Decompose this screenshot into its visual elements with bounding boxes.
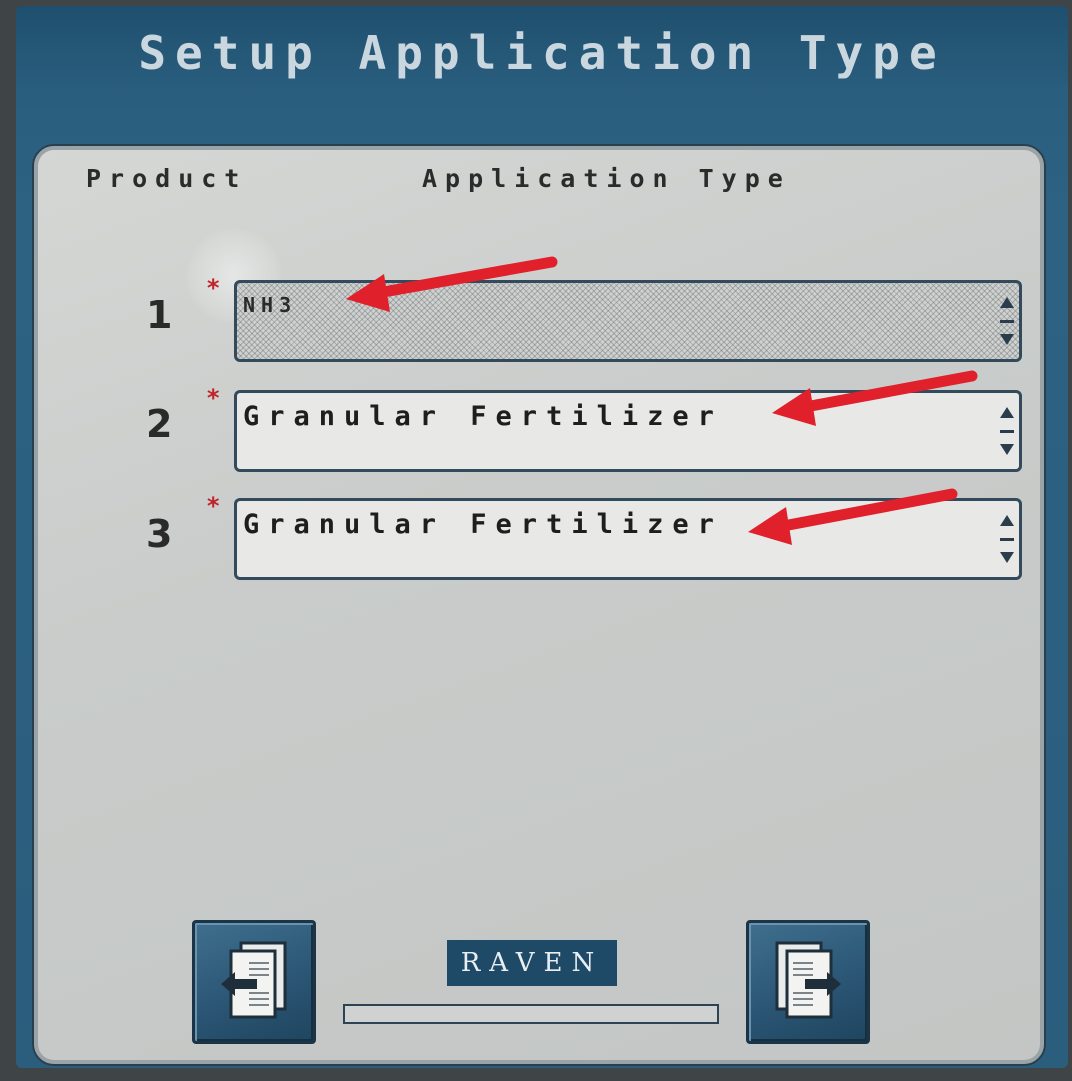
page-title: Setup Application Type <box>138 26 946 80</box>
application-type-value-3: Granular Fertilizer <box>243 509 723 540</box>
product-number-1: 1 <box>146 293 173 337</box>
column-header-application-type: Application Type <box>422 164 791 193</box>
spin-down-icon <box>1000 552 1014 563</box>
required-marker-3: * <box>206 492 221 520</box>
required-marker-1: * <box>206 274 221 302</box>
application-type-select-3[interactable]: Granular Fertilizer <box>234 498 1022 580</box>
application-type-panel: Product Application Type 1 * NH3 2 * Gra… <box>32 144 1046 1066</box>
spin-bar <box>1000 537 1014 541</box>
raven-logo: RAVEN <box>447 940 617 986</box>
spinner-icon[interactable] <box>999 407 1015 455</box>
spin-bar <box>1000 429 1014 433</box>
required-marker-2: * <box>206 384 221 412</box>
spinner-icon[interactable] <box>999 297 1015 345</box>
column-header-product: Product <box>86 164 248 193</box>
spin-down-icon <box>1000 444 1014 455</box>
application-type-value-2: Granular Fertilizer <box>243 401 723 432</box>
application-type-value-1: NH3 <box>243 293 298 317</box>
spin-up-icon <box>1000 515 1014 526</box>
spinner-icon[interactable] <box>999 515 1015 563</box>
spin-bar <box>1000 319 1014 323</box>
page-back-icon <box>221 941 287 1019</box>
product-number-2: 2 <box>146 402 173 446</box>
next-button[interactable] <box>746 920 870 1044</box>
spin-up-icon <box>1000 407 1014 418</box>
page-next-icon <box>775 941 841 1019</box>
application-type-select-2[interactable]: Granular Fertilizer <box>234 390 1022 472</box>
application-type-select-1[interactable]: NH3 <box>234 280 1022 362</box>
back-button[interactable] <box>192 920 316 1044</box>
progress-bar <box>343 1004 719 1024</box>
display-screen: Setup Application Type Product Applicati… <box>16 6 1068 1068</box>
spin-up-icon <box>1000 297 1014 308</box>
spin-down-icon <box>1000 334 1014 345</box>
product-number-3: 3 <box>146 512 173 556</box>
